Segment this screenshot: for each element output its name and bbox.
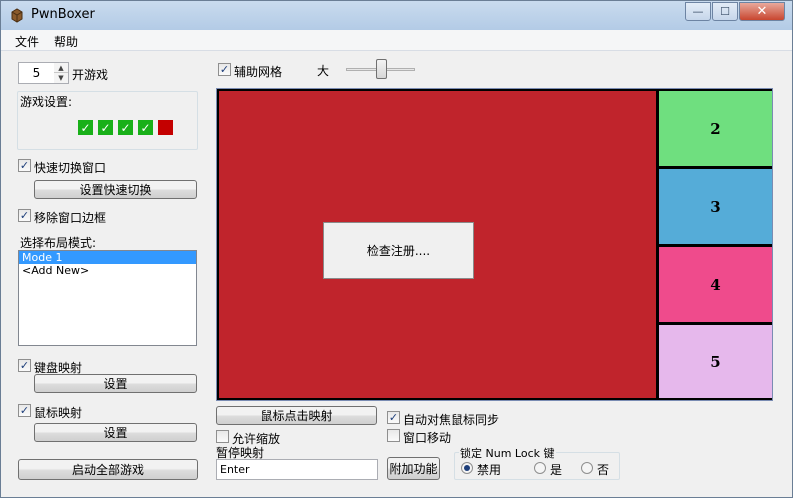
- mouse-map-checkbox[interactable]: ✓: [18, 404, 31, 417]
- layout-mode-list[interactable]: Mode 1 <Add New>: [18, 250, 197, 346]
- pause-map-input[interactable]: Enter: [216, 459, 378, 480]
- allow-zoom-checkbox[interactable]: [216, 430, 229, 443]
- minimize-button[interactable]: —: [685, 2, 711, 21]
- game-settings-label: 游戏设置:: [20, 95, 73, 109]
- quick-switch-checkbox[interactable]: ✓: [18, 159, 31, 172]
- layout-mode-label: 选择布局模式:: [20, 236, 97, 250]
- zone-3[interactable]: 3: [659, 169, 772, 244]
- zone-4[interactable]: 4: [659, 247, 772, 322]
- zone-5[interactable]: 5: [659, 325, 772, 398]
- auto-focus-sync-checkbox[interactable]: ✓: [387, 411, 400, 424]
- mouse-map-settings-button[interactable]: 设置: [34, 423, 197, 442]
- close-button[interactable]: ✕: [739, 2, 785, 21]
- game-5-status-icon[interactable]: [158, 120, 173, 135]
- game-count-input[interactable]: 5: [18, 62, 55, 84]
- check-register-box[interactable]: 检查注册....: [323, 222, 474, 279]
- game-1-status-icon[interactable]: ✓: [78, 120, 93, 135]
- mouse-map-label: 鼠标映射: [34, 406, 83, 420]
- app-icon: [11, 8, 23, 23]
- numlock-yes-label: 是: [550, 463, 563, 477]
- remove-border-checkbox[interactable]: ✓: [18, 209, 31, 222]
- extra-functions-button[interactable]: 附加功能: [387, 457, 440, 480]
- menu-help[interactable]: 帮助: [54, 33, 78, 50]
- layout-canvas[interactable]: 检查注册.... 2 3 4 5: [216, 88, 773, 401]
- spin-down-icon[interactable]: ▼: [54, 73, 68, 83]
- numlock-yes-radio[interactable]: [534, 462, 546, 474]
- window-title: PwnBoxer: [31, 7, 95, 22]
- list-item[interactable]: Mode 1: [19, 251, 196, 264]
- quick-switch-label: 快速切换窗口: [34, 161, 107, 175]
- size-label: 大: [317, 64, 330, 78]
- size-slider-thumb[interactable]: [376, 59, 387, 79]
- main-zone[interactable]: 检查注册....: [219, 91, 656, 398]
- launch-all-games-button[interactable]: 启动全部游戏: [18, 459, 198, 480]
- numlock-no-radio[interactable]: [581, 462, 593, 474]
- window-move-checkbox[interactable]: [387, 429, 400, 442]
- game-3-status-icon[interactable]: ✓: [118, 120, 133, 135]
- grid-label: 辅助网格: [234, 65, 283, 79]
- keyboard-map-checkbox[interactable]: ✓: [18, 359, 31, 372]
- app-window: PwnBoxer — ☐ ✕ 文件 帮助 5 ▲ ▼ 开游戏 游戏设置: ✓ ✓…: [0, 0, 793, 498]
- numlock-title: 锁定 Num Lock 键: [459, 445, 556, 461]
- grid-checkbox[interactable]: ✓: [218, 63, 231, 76]
- spin-up-icon[interactable]: ▲: [54, 63, 68, 73]
- keyboard-map-settings-button[interactable]: 设置: [34, 374, 197, 393]
- list-item[interactable]: <Add New>: [19, 264, 196, 277]
- set-quick-switch-button[interactable]: 设置快速切换: [34, 180, 197, 199]
- numlock-disable-label: 禁用: [477, 463, 502, 477]
- menu-file[interactable]: 文件: [15, 33, 39, 50]
- game-2-status-icon[interactable]: ✓: [98, 120, 113, 135]
- menu-bar: 文件 帮助: [1, 30, 792, 51]
- open-games-label: 开游戏: [72, 68, 109, 82]
- auto-focus-sync-label: 自动对焦鼠标同步: [403, 413, 500, 427]
- window-move-label: 窗口移动: [403, 431, 452, 445]
- game-count-spinner[interactable]: ▲ ▼: [54, 62, 69, 84]
- title-bar[interactable]: PwnBoxer — ☐ ✕: [1, 1, 792, 30]
- zone-2[interactable]: 2: [659, 91, 772, 166]
- mouse-click-map-button[interactable]: 鼠标点击映射: [216, 406, 377, 425]
- numlock-no-label: 否: [597, 463, 610, 477]
- game-4-status-icon[interactable]: ✓: [138, 120, 153, 135]
- remove-border-label: 移除窗口边框: [34, 211, 107, 225]
- maximize-button[interactable]: ☐: [712, 2, 738, 21]
- numlock-disable-radio[interactable]: [461, 462, 473, 474]
